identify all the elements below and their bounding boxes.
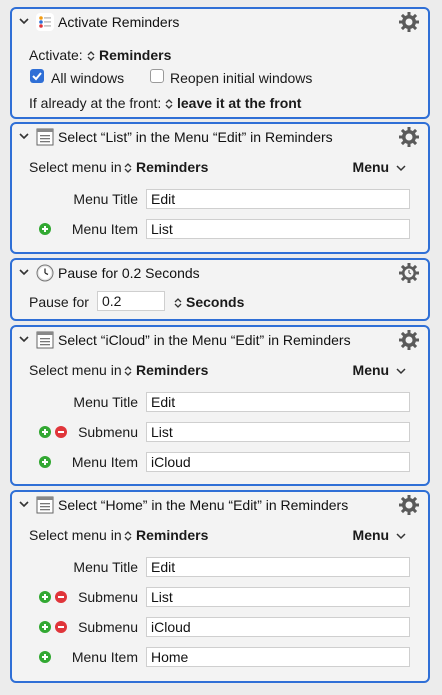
chevron-down-icon[interactable] — [18, 266, 30, 278]
submenu-field[interactable]: List — [146, 587, 410, 607]
menu-item-field[interactable]: Home — [146, 647, 410, 667]
reopen-checkbox[interactable] — [150, 69, 164, 83]
app-popup-value: Reminders — [136, 159, 209, 175]
menu-item-field[interactable]: List — [146, 219, 410, 239]
updown-arrows-icon — [174, 298, 182, 309]
submenu-field[interactable]: List — [146, 422, 410, 442]
updown-arrows-icon — [124, 163, 132, 174]
chevron-down-icon — [396, 368, 406, 375]
app-popup-value: Reminders — [136, 527, 209, 543]
menu-dropdown-label: Menu — [352, 159, 390, 175]
action-title[interactable]: Select “Home” in the Menu “Edit” in Remi… — [58, 497, 348, 513]
action-select-icloud[interactable]: Select “iCloud” in the Menu “Edit” in Re… — [10, 325, 430, 486]
menu-action-icon — [36, 331, 54, 349]
updown-arrows-icon — [124, 531, 132, 542]
gear-icon[interactable] — [398, 329, 420, 351]
menu-title-field[interactable]: Edit — [146, 392, 410, 412]
updown-arrows-icon — [124, 366, 132, 377]
pause-label: Pause for — [29, 294, 89, 310]
updown-arrows-icon — [87, 51, 95, 62]
reopen-label: Reopen initial windows — [170, 70, 313, 86]
chevron-down-icon[interactable] — [18, 498, 30, 510]
if-front-label: If already at the front: — [29, 95, 162, 111]
submenu-field[interactable]: iCloud — [146, 617, 410, 637]
menu-dropdown[interactable]: Menu — [353, 159, 406, 175]
action-pause[interactable]: Pause for 0.2 Seconds Pause for 0.2 Seco… — [10, 258, 430, 321]
menu-item-label: Menu Item — [71, 454, 138, 470]
app-popup[interactable]: Reminders — [124, 527, 208, 543]
action-select-home[interactable]: Select “Home” in the Menu “Edit” in Remi… — [10, 490, 430, 683]
all-windows-checkbox[interactable] — [30, 69, 44, 83]
app-popup-value: Reminders — [136, 362, 209, 378]
pause-value-field[interactable]: 0.2 — [97, 291, 165, 311]
submenu-label: Submenu — [78, 589, 138, 605]
app-popup-value: Reminders — [99, 47, 172, 63]
action-title[interactable]: Select “List” in the Menu “Edit” in Remi… — [58, 129, 333, 145]
menu-action-icon — [36, 496, 54, 514]
chevron-down-icon[interactable] — [18, 333, 30, 345]
menu-title-field[interactable]: Edit — [146, 557, 410, 577]
action-header: Select “List” in the Menu “Edit” in Remi… — [12, 124, 428, 150]
checkmark-icon — [32, 72, 42, 81]
app-popup[interactable]: Reminders — [124, 159, 208, 175]
app-popup[interactable]: Reminders — [124, 362, 208, 378]
gear-icon[interactable] — [398, 494, 420, 516]
menu-item-label: Menu Item — [71, 221, 138, 237]
reminders-app-icon — [36, 13, 54, 31]
menu-dropdown-label: Menu — [352, 527, 390, 543]
menu-dropdown-label: Menu — [352, 362, 390, 378]
action-activate-reminders[interactable]: Activate Reminders Activate: Reminders A… — [10, 7, 430, 119]
submenu-label: Submenu — [78, 619, 138, 635]
action-header: Pause for 0.2 Seconds — [12, 260, 428, 286]
select-menu-in-label: Select menu in — [29, 362, 122, 378]
action-header: Activate Reminders — [12, 9, 428, 35]
all-windows-label: All windows — [51, 70, 125, 86]
action-header: Select “Home” in the Menu “Edit” in Remi… — [12, 492, 428, 518]
chevron-down-icon[interactable] — [18, 130, 30, 142]
if-front-value: leave it at the front — [177, 95, 302, 111]
chevron-down-icon — [396, 533, 406, 540]
menu-dropdown[interactable]: Menu — [353, 527, 406, 543]
menu-action-icon — [36, 128, 54, 146]
chevron-down-icon — [396, 165, 406, 172]
menu-title-label: Menu Title — [73, 394, 138, 410]
if-front-popup[interactable]: leave it at the front — [165, 95, 301, 111]
action-title[interactable]: Pause for 0.2 Seconds — [58, 265, 200, 281]
unit-popup[interactable]: Seconds — [174, 294, 244, 310]
chevron-down-icon[interactable] — [18, 15, 30, 27]
action-header: Select “iCloud” in the Menu “Edit” in Re… — [12, 327, 428, 353]
menu-dropdown[interactable]: Menu — [353, 362, 406, 378]
gear-icon[interactable] — [398, 11, 420, 33]
select-menu-in-label: Select menu in — [29, 159, 122, 175]
clock-icon — [36, 264, 54, 282]
select-menu-in-label: Select menu in — [29, 527, 122, 543]
gear-clock-icon[interactable] — [398, 262, 420, 284]
menu-title-label: Menu Title — [73, 559, 138, 575]
unit-value: Seconds — [186, 294, 245, 310]
menu-item-field[interactable]: iCloud — [146, 452, 410, 472]
menu-title-label: Menu Title — [73, 191, 138, 207]
action-title[interactable]: Select “iCloud” in the Menu “Edit” in Re… — [58, 332, 351, 348]
app-popup[interactable]: Reminders — [87, 47, 171, 63]
action-select-list[interactable]: Select “List” in the Menu “Edit” in Remi… — [10, 122, 430, 254]
updown-arrows-icon — [165, 99, 173, 110]
action-title[interactable]: Activate Reminders — [58, 14, 179, 30]
gear-icon[interactable] — [398, 126, 420, 148]
activate-label: Activate: — [29, 47, 83, 63]
menu-title-field[interactable]: Edit — [146, 189, 410, 209]
menu-item-label: Menu Item — [71, 649, 138, 665]
submenu-label: Submenu — [78, 424, 138, 440]
